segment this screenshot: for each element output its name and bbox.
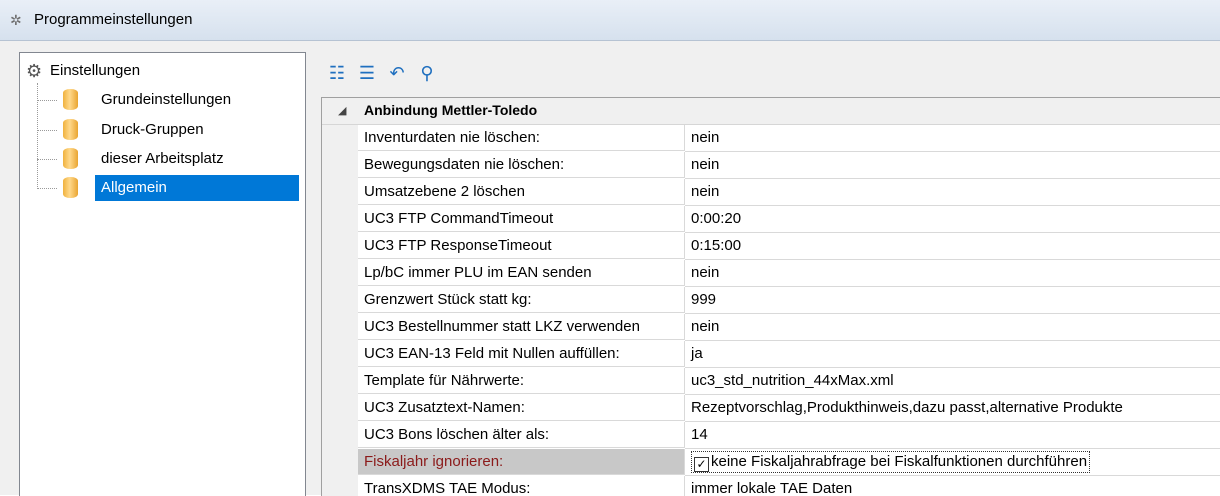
settings-tree[interactable]: ⚙ Einstellungen Grundeinstellungen Druck… [19, 52, 306, 496]
property-row[interactable]: UC3 FTP ResponseTimeout 0:15:00 [322, 233, 1220, 260]
row-margin [322, 341, 358, 368]
property-name: TransXDMS TAE Modus: [358, 476, 685, 496]
property-value[interactable]: nein [685, 314, 1220, 341]
tree-item-label: Grundeinstellungen [101, 91, 232, 108]
property-name: UC3 Zusatztext-Namen: [358, 395, 685, 421]
property-value[interactable]: 999 [685, 287, 1220, 314]
property-grid[interactable]: ◢ Anbindung Mettler-Toledo Inventurdaten… [321, 97, 1220, 496]
property-name: Bewegungsdaten nie löschen: [358, 152, 685, 178]
property-value[interactable]: nein [685, 125, 1220, 152]
property-value[interactable]: immer lokale TAE Daten [685, 476, 1220, 496]
row-margin [322, 125, 358, 152]
undo-icon[interactable]: ↶ [384, 60, 410, 86]
collapse-caret-icon[interactable]: ◢ [338, 104, 346, 117]
property-value[interactable]: uc3_std_nutrition_44xMax.xml [685, 368, 1220, 395]
property-value[interactable]: ja [685, 341, 1220, 368]
property-value[interactable]: nein [685, 179, 1220, 206]
tree-item-allgemein[interactable]: Allgemein [37, 175, 299, 201]
property-row-selected[interactable]: Fiskaljahr ignorieren: ✓ keine Fiskaljahr… [322, 449, 1220, 476]
property-row[interactable]: UC3 Zusatztext-Namen: Rezeptvorschlag,Pr… [322, 395, 1220, 422]
property-row[interactable]: Bewegungsdaten nie löschen: nein [322, 152, 1220, 179]
database-icon [63, 119, 78, 140]
property-name: Inventurdaten nie löschen: [358, 125, 685, 151]
tree-item-grundeinstellungen[interactable]: Grundeinstellungen [37, 87, 299, 113]
tree-item-druck-gruppen[interactable]: Druck-Gruppen [37, 117, 299, 143]
gear-icon: ✲ [10, 12, 22, 28]
row-margin [322, 476, 358, 496]
database-icon [63, 148, 78, 169]
property-row[interactable]: UC3 EAN-13 Feld mit Nullen auffüllen: ja [322, 341, 1220, 368]
row-margin [322, 314, 358, 341]
property-value[interactable]: 0:15:00 [685, 233, 1220, 260]
tree-item-label: Allgemein [95, 175, 299, 201]
checkbox-checked-icon[interactable]: ✓ [694, 457, 709, 472]
property-value[interactable]: 0:00:20 [685, 206, 1220, 233]
property-row[interactable]: TransXDMS TAE Modus: immer lokale TAE Da… [322, 476, 1220, 496]
property-name: UC3 Bestellnummer statt LKZ verwenden [358, 314, 685, 340]
property-row[interactable]: Template für Nährwerte: uc3_std_nutritio… [322, 368, 1220, 395]
title-bar: ✲ Programmeinstellungen [0, 0, 1220, 41]
row-margin [322, 449, 358, 476]
database-icon [63, 89, 78, 110]
categorized-view-icon[interactable]: ☷ [324, 60, 350, 86]
row-margin [322, 368, 358, 395]
property-name: UC3 EAN-13 Feld mit Nullen auffüllen: [358, 341, 685, 367]
property-row[interactable]: Grenzwert Stück statt kg: 999 [322, 287, 1220, 314]
property-value[interactable]: nein [685, 152, 1220, 179]
property-row[interactable]: Lp/bC immer PLU im EAN senden nein [322, 260, 1220, 287]
property-value[interactable]: 14 [685, 422, 1220, 449]
tree-branch-line [37, 159, 57, 160]
property-value[interactable]: ✓ keine Fiskaljahrabfrage bei Fiskalfunkt… [685, 449, 1220, 476]
tree-branch-line [37, 130, 57, 131]
property-row[interactable]: UC3 Bons löschen älter als: 14 [322, 422, 1220, 449]
property-row[interactable]: Inventurdaten nie löschen: nein [322, 125, 1220, 152]
row-margin [322, 152, 358, 179]
tree-branch-line [37, 100, 57, 101]
property-row[interactable]: UC3 FTP CommandTimeout 0:00:20 [322, 206, 1220, 233]
window-title: Programmeinstellungen [34, 11, 193, 28]
property-name: Template für Nährwerte: [358, 368, 685, 394]
property-value[interactable]: nein [685, 260, 1220, 287]
database-icon [63, 177, 78, 198]
property-row[interactable]: Umsatzebene 2 löschen nein [322, 179, 1220, 206]
property-row[interactable]: UC3 Bestellnummer statt LKZ verwenden ne… [322, 314, 1220, 341]
search-icon[interactable]: ⚲ [414, 60, 440, 86]
property-name: UC3 Bons löschen älter als: [358, 422, 685, 448]
row-margin [322, 179, 358, 206]
property-name: Umsatzebene 2 löschen [358, 179, 685, 205]
row-margin [322, 395, 358, 422]
property-name: Fiskaljahr ignorieren: [358, 449, 685, 475]
property-name: Grenzwert Stück statt kg: [358, 287, 685, 313]
alphabetical-view-icon[interactable]: ☰ [354, 60, 380, 86]
row-margin [322, 233, 358, 260]
tree-item-label: Druck-Gruppen [101, 121, 204, 138]
tree-root-label: Einstellungen [50, 62, 141, 79]
row-margin [322, 206, 358, 233]
property-name: UC3 FTP ResponseTimeout [358, 233, 685, 259]
gear-icon: ⚙ [26, 61, 43, 81]
row-margin [322, 287, 358, 314]
tree-item-dieser-arbeitsplatz[interactable]: dieser Arbeitsplatz [37, 146, 299, 172]
tree-branch-line [37, 188, 57, 189]
checkbox-value[interactable]: ✓ keine Fiskaljahrabfrage bei Fiskalfunkt… [691, 451, 1091, 473]
property-value[interactable]: Rezeptvorschlag,Produkthinweis,dazu pass… [685, 395, 1220, 422]
row-margin [322, 260, 358, 287]
tree-item-label: dieser Arbeitsplatz [101, 150, 224, 167]
property-name: Lp/bC immer PLU im EAN senden [358, 260, 685, 286]
checkbox-label: keine Fiskaljahrabfrage bei Fiskalfunkti… [711, 453, 1088, 470]
category-title: Anbindung Mettler-Toledo [364, 102, 538, 118]
property-name: UC3 FTP CommandTimeout [358, 206, 685, 232]
category-header[interactable]: ◢ Anbindung Mettler-Toledo [322, 98, 1220, 125]
row-margin [322, 422, 358, 449]
